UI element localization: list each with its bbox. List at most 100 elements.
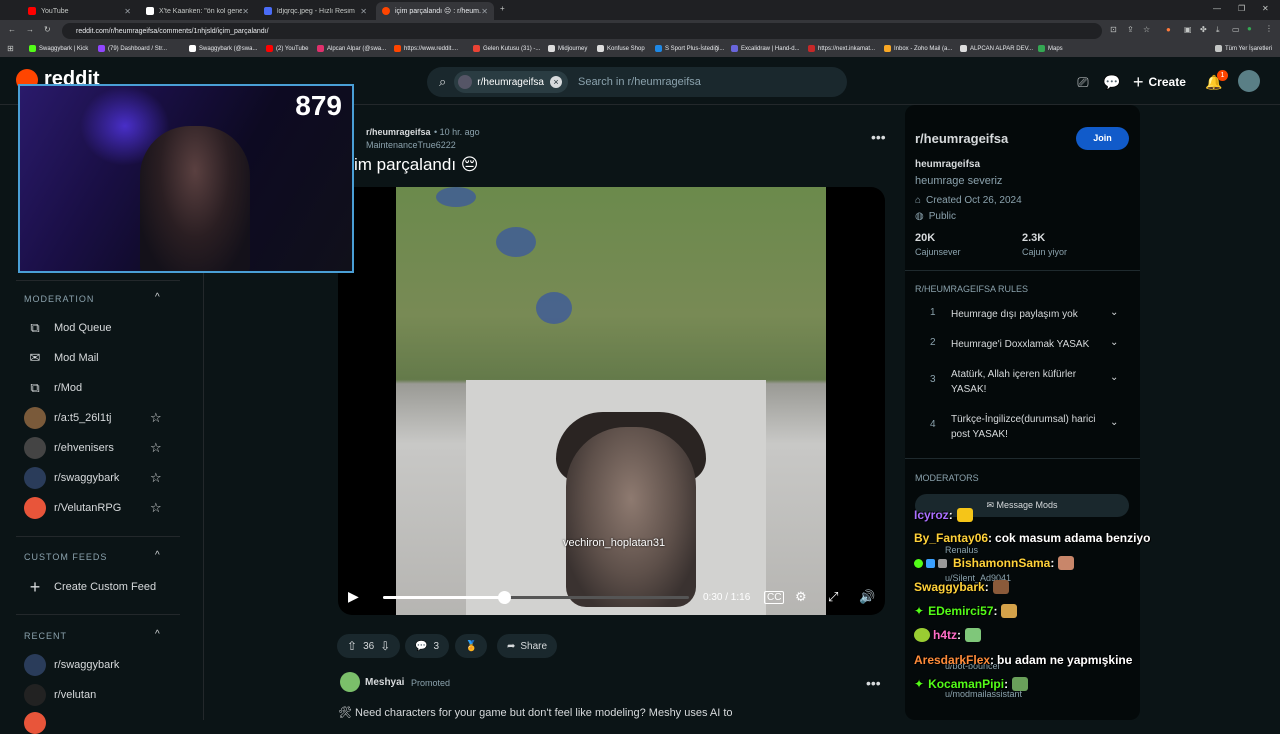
maximize-icon[interactable]: ❐ <box>1238 4 1245 13</box>
rule-item[interactable]: 3 Atatürk, Allah içeren küfürler YASAK! … <box>915 367 1125 397</box>
nav-recent-item[interactable] <box>24 712 174 734</box>
captions-icon[interactable]: CC <box>764 591 785 604</box>
advertiser-avatar[interactable] <box>340 672 360 692</box>
bookmark-item[interactable]: (79) Dashboard / Str... <box>98 45 167 52</box>
bookmark-item[interactable]: ALPCAN ALPAR DEV... <box>960 45 1033 52</box>
rule-item[interactable]: 1 Heumrage dışı paylaşım yok ⌄ <box>915 307 1125 323</box>
play-icon[interactable]: ▶ <box>348 588 359 605</box>
nav-recent-item[interactable]: r/swaggybark <box>24 654 174 676</box>
comments-button[interactable]: 💬 3 <box>405 634 450 658</box>
settings-gear-icon[interactable]: ⚙ <box>795 589 807 605</box>
star-icon[interactable]: ☆ <box>150 470 162 486</box>
award-button[interactable]: 🏅 <box>455 634 488 658</box>
bookmark-item[interactable]: Alpcan Alpar (@swa... <box>317 45 386 52</box>
bookmark-item[interactable]: Inbox - Zoho Mail (a... <box>884 45 952 52</box>
bookmark-item[interactable]: Swaggybark (@swa... <box>189 45 257 52</box>
search-bar[interactable]: ⌕ r/heumrageifsa × <box>427 67 847 97</box>
bookmark-item[interactable]: Konfuse Shop <box>597 45 645 52</box>
share-icon[interactable]: ⇪ <box>1127 25 1134 34</box>
back-icon[interactable]: ← <box>8 25 16 34</box>
search-input[interactable] <box>577 76 818 88</box>
more-options-icon[interactable]: ••• <box>871 129 886 145</box>
address-bar[interactable]: reddit.com/r/heumrageifsa/comments/1nhjs… <box>62 23 1102 39</box>
nav-community[interactable]: r/VelutanRPG ☆ <box>24 497 174 519</box>
rule-item[interactable]: 4 Türkçe-İngilizce(durumsal) harici post… <box>915 412 1125 442</box>
nav-r-mod[interactable]: ⧉ r/Mod <box>24 377 174 399</box>
nav-mod-mail[interactable]: ✉ Mod Mail <box>24 347 174 369</box>
create-custom-feed-button[interactable]: + Create Custom Feed <box>24 576 174 598</box>
create-button[interactable]: + Create <box>1133 72 1186 92</box>
share-button[interactable]: ➦ Share <box>497 634 558 658</box>
close-icon[interactable]: ✕ <box>360 7 367 16</box>
close-icon[interactable]: ✕ <box>124 7 131 16</box>
bookmark-item[interactable]: (2) YouTube <box>266 45 308 52</box>
bookmark-item[interactable]: Midjourney <box>548 45 587 52</box>
nav-community[interactable]: r/a:t5_26l1tj ☆ <box>24 407 174 429</box>
user-avatar[interactable] <box>1238 70 1260 92</box>
advertiser-name[interactable]: Meshyai <box>365 677 404 688</box>
advertise-icon[interactable]: ⎚ <box>1074 73 1092 91</box>
moderator-name[interactable]: Renalus <box>945 545 978 555</box>
chevron-up-icon[interactable]: ^ <box>155 550 160 561</box>
star-icon[interactable]: ☆ <box>150 410 162 426</box>
browser-menu-icon[interactable]: ⋮ <box>1265 24 1273 33</box>
chevron-up-icon[interactable]: ^ <box>155 629 160 640</box>
video-player[interactable]: vechiron_hoplatan31 <box>338 187 885 615</box>
post-author-link[interactable]: MaintenanceTrue6222 <box>366 140 456 150</box>
recent-heading[interactable]: RECENT <box>24 631 67 641</box>
bookmark-star-icon[interactable]: ☆ <box>1143 25 1150 34</box>
chevron-up-icon[interactable]: ^ <box>155 292 160 303</box>
post-subreddit-link[interactable]: r/heumrageifsa <box>366 127 431 137</box>
side-panel-icon[interactable]: ▭ <box>1232 25 1240 34</box>
nav-community[interactable]: r/ehvenisers ☆ <box>24 437 174 459</box>
extension-icon[interactable]: ● <box>1166 25 1171 34</box>
upvote-icon[interactable]: ⇧ <box>347 639 357 653</box>
bookmark-item[interactable]: Swaggybark | Kick <box>29 45 88 52</box>
downvote-icon[interactable]: ⇩ <box>380 639 390 653</box>
volume-icon[interactable]: 🔊 <box>859 589 875 605</box>
browser-tab[interactable]: X'te Kaanken: "ön kol genetiği... ✕ <box>140 2 255 20</box>
search-scope-chip[interactable]: r/heumrageifsa × <box>454 71 568 93</box>
star-icon[interactable]: ☆ <box>150 440 162 456</box>
nav-community[interactable]: r/swaggybark ☆ <box>24 467 174 489</box>
reload-icon[interactable]: ↻ <box>44 25 51 34</box>
bookmark-item[interactable]: Maps <box>1038 45 1063 52</box>
nav-recent-item[interactable]: r/velutan <box>24 684 174 706</box>
chat-icon[interactable]: 💬 <box>1103 73 1121 91</box>
chevron-down-icon[interactable]: ⌄ <box>1110 337 1118 348</box>
chevron-down-icon[interactable]: ⌄ <box>1110 372 1118 383</box>
profile-icon[interactable]: ● <box>1247 24 1252 33</box>
browser-tab[interactable]: YouTube ✕ <box>22 2 137 20</box>
clear-scope-icon[interactable]: × <box>549 76 562 88</box>
nav-mod-queue[interactable]: ⧉ Mod Queue <box>24 317 174 339</box>
close-icon[interactable]: ✕ <box>481 7 488 16</box>
custom-feeds-heading[interactable]: CUSTOM FEEDS <box>24 552 107 562</box>
bookmark-item[interactable]: https://www.reddit.... <box>394 45 458 52</box>
fullscreen-icon[interactable]: ⤢ <box>828 589 838 605</box>
extensions-puzzle-icon[interactable]: ✤ <box>1200 25 1207 34</box>
moderation-heading[interactable]: MODERATION <box>24 294 94 304</box>
close-window-icon[interactable]: ✕ <box>1262 4 1269 13</box>
extension-icon[interactable]: ▣ <box>1184 25 1192 34</box>
close-icon[interactable]: ✕ <box>242 7 249 16</box>
more-options-icon[interactable]: ••• <box>866 675 881 691</box>
new-tab-icon[interactable]: + <box>500 4 505 13</box>
forward-icon[interactable]: → <box>26 25 34 34</box>
all-bookmarks[interactable]: Tüm Yer İşaretleri <box>1215 45 1272 52</box>
minimize-icon[interactable]: — <box>1213 4 1221 13</box>
browser-tab-active[interactable]: içim parçalandı 😔 : r/heum... ✕ <box>376 2 494 20</box>
bookmark-item[interactable]: S Sport Plus-İstediği... <box>655 45 724 52</box>
rule-item[interactable]: 2 Heumrage'i Doxxlamak YASAK ⌄ <box>915 337 1125 353</box>
install-icon[interactable]: ⊡ <box>1110 25 1117 34</box>
bookmark-item[interactable]: https://next.inkamat... <box>808 45 875 52</box>
apps-grid-icon[interactable]: ⊞ <box>7 44 14 53</box>
downloads-icon[interactable]: ⤓ <box>1216 25 1220 35</box>
join-button[interactable]: Join <box>1076 127 1129 150</box>
star-icon[interactable]: ☆ <box>150 500 162 516</box>
chevron-down-icon[interactable]: ⌄ <box>1110 417 1118 428</box>
bookmark-item[interactable]: Excalidraw | Hand-d... <box>731 45 800 52</box>
browser-tab[interactable]: ldjqrqc.jpeg - Hızlı Resim ✕ <box>258 2 373 20</box>
bookmark-item[interactable]: Gelen Kutusu (31) -... <box>473 45 540 52</box>
chevron-down-icon[interactable]: ⌄ <box>1110 307 1118 318</box>
seek-handle[interactable] <box>497 591 511 604</box>
